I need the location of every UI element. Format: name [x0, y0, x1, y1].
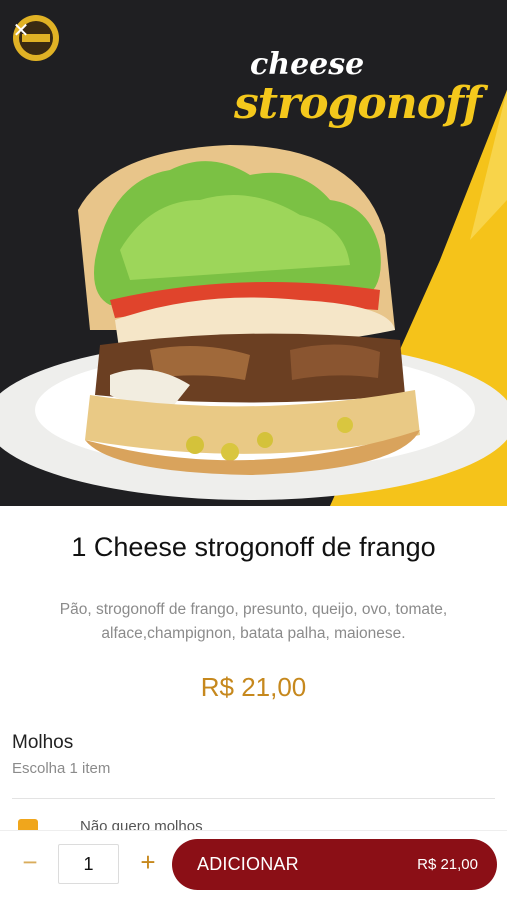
add-button-label: ADICIONAR [197, 854, 299, 874]
option-checkbox[interactable] [18, 819, 38, 830]
product-name: 1 Cheese strogonoff de frango [71, 532, 436, 562]
decrease-quantity-button[interactable]: − [17, 849, 43, 877]
option-label: Não quero molhos [80, 818, 203, 830]
product-price: R$ 21,00 [200, 672, 307, 702]
options-title: Molhos [12, 732, 74, 753]
bottom-action-bar: − 1 + ADICIONAR R$ 21,00 [0, 830, 507, 900]
option-item[interactable]: Não quero molhos [0, 812, 507, 830]
hero-title-line1: cheese [250, 47, 365, 82]
hero-title: cheese strogonoff [234, 47, 482, 129]
product-description: Pão, strogonoff de frango, presunto, que… [59, 601, 448, 642]
options-divider [12, 798, 495, 799]
add-button-price: R$ 21,00 [417, 856, 478, 873]
options-subtitle: Escolha 1 item [12, 760, 111, 777]
increase-quantity-button[interactable]: + [135, 849, 161, 877]
close-icon[interactable]: ✕ [10, 20, 32, 42]
quantity-field[interactable]: 1 [58, 844, 119, 884]
product-image: ✕ cheese strogonoff [0, 0, 507, 506]
hero-title-line2: strogonoff [234, 78, 482, 129]
add-to-cart-button[interactable]: ADICIONAR R$ 21,00 [172, 839, 497, 890]
